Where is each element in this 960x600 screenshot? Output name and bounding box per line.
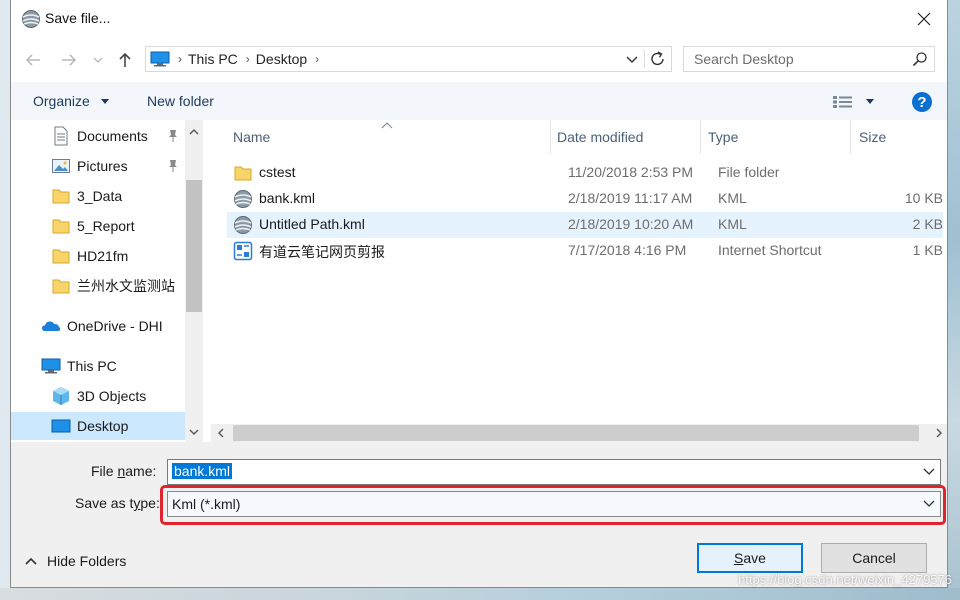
breadcrumb-separator-icon: › [178, 52, 182, 66]
search-box[interactable] [683, 46, 935, 72]
arrow-left-icon [25, 54, 40, 66]
breadcrumb-separator-icon: › [315, 52, 320, 66]
this-pc-icon [150, 51, 170, 67]
file-row[interactable]: 有道云笔记网页剪报 7/17/2018 4:16 PM Internet Sho… [227, 238, 943, 264]
watermark: https://blog.csdn.net/weixin_4279576 [738, 572, 952, 587]
navigation-pane: Documents Pictures 3_Data 5_Report HD21f… [11, 120, 203, 442]
chevron-down-icon [100, 99, 109, 104]
sidebar-item-3-data[interactable]: 3_Data [11, 182, 185, 210]
sidebar-item-3d-objects[interactable]: 3D Objects [11, 382, 185, 410]
address-bar[interactable]: › This PC › Desktop › [145, 46, 672, 72]
file-name-label: File name: [91, 463, 157, 479]
column-header-name[interactable]: Name [227, 120, 551, 154]
folder-icon [52, 279, 70, 294]
new-folder-button[interactable]: New folder [147, 93, 214, 109]
kml-icon [234, 190, 252, 208]
search-input[interactable] [692, 50, 906, 68]
desktop-icon [51, 419, 71, 433]
folder-icon [52, 189, 70, 204]
title-bar: Save file... [11, 0, 947, 38]
documents-icon [54, 126, 68, 146]
search-icon[interactable] [912, 51, 928, 67]
sidebar-item-lanzhou-station[interactable]: 兰州水文监测站 [11, 272, 185, 300]
taskbar-background [0, 588, 960, 600]
save-file-dialog: Save file... › This PC › Desktop › Searc… [10, 0, 948, 588]
sidebar-item-5-report[interactable]: 5_Report [11, 212, 185, 240]
sidebar-item-onedrive[interactable]: OneDrive - DHI [11, 312, 185, 340]
cancel-button[interactable]: Cancel [821, 543, 927, 573]
hide-folders-button[interactable]: Hide Folders [25, 553, 126, 569]
file-list-scroll-thumb[interactable] [233, 425, 919, 441]
sidebar-scrollbar[interactable] [185, 120, 203, 442]
sidebar-item-hd21fm[interactable]: HD21fm [11, 242, 185, 270]
folder-icon [234, 166, 252, 181]
save-as-type-value: Kml (*.kml) [172, 496, 241, 512]
3d-objects-icon [53, 387, 69, 405]
close-button[interactable] [901, 0, 947, 38]
scroll-up-icon[interactable] [189, 128, 199, 136]
organize-button[interactable]: Organize [33, 93, 110, 109]
chevron-up-icon [25, 557, 37, 565]
scroll-down-icon[interactable] [189, 428, 199, 436]
sidebar-item-documents[interactable]: Documents [11, 122, 185, 150]
desktop-background [948, 0, 960, 600]
chevron-down-icon[interactable] [922, 498, 936, 510]
breadcrumb-separator-icon: › [245, 52, 250, 66]
save-as-type-label: Save as type: [75, 495, 160, 511]
folder-icon [52, 219, 70, 234]
sidebar-scroll-thumb[interactable] [186, 180, 202, 312]
chevron-down-icon [93, 57, 103, 63]
scroll-left-icon[interactable] [217, 428, 225, 438]
breadcrumb-this-pc[interactable]: This PC [188, 51, 238, 67]
column-header-type[interactable]: Type [701, 120, 851, 154]
pin-icon[interactable] [167, 159, 179, 173]
arrow-up-icon [119, 52, 131, 67]
kml-icon [234, 216, 252, 234]
svg-text:?: ? [917, 94, 926, 111]
up-button[interactable] [115, 50, 135, 70]
column-header-size[interactable]: Size [851, 120, 947, 154]
sidebar-item-pictures[interactable]: Pictures [11, 152, 185, 180]
app-globe-icon [22, 10, 40, 28]
pictures-icon [52, 159, 70, 173]
refresh-icon[interactable] [645, 47, 671, 71]
file-row[interactable]: cstest 11/20/2018 2:53 PM File folder [227, 160, 943, 186]
breadcrumb-desktop[interactable]: Desktop [256, 51, 307, 67]
chevron-down-icon[interactable] [922, 466, 936, 478]
address-dropdown-icon[interactable] [620, 47, 644, 71]
scroll-right-icon[interactable] [935, 428, 943, 438]
view-dropdown-icon[interactable] [865, 98, 875, 106]
forward-button[interactable] [59, 50, 79, 70]
file-name-combobox[interactable]: bank.kml [167, 459, 941, 485]
sidebar-item-this-pc[interactable]: This PC [11, 352, 185, 380]
shortcut-icon [233, 241, 253, 261]
help-icon[interactable]: ? [911, 91, 933, 113]
onedrive-icon [42, 321, 61, 331]
arrow-right-icon [62, 54, 77, 66]
pin-icon[interactable] [167, 129, 179, 143]
file-row[interactable]: Untitled Path.kml 2/18/2019 10:20 AM KML… [227, 212, 943, 238]
pc-icon [41, 358, 61, 374]
file-list-scrollbar[interactable] [211, 424, 947, 442]
command-toolbar: Organize New folder ? [11, 82, 947, 121]
save-button[interactable]: Save [697, 543, 803, 573]
navigation-bar: › This PC › Desktop › [11, 38, 947, 82]
close-icon [917, 12, 931, 26]
file-row[interactable]: bank.kml 2/18/2019 11:17 AM KML 10 KB [227, 186, 943, 212]
file-list: Name Date modified Type Size cstest 11/2… [203, 120, 947, 442]
sidebar-item-desktop[interactable]: Desktop [11, 412, 185, 440]
column-header-date-modified[interactable]: Date modified [551, 120, 701, 154]
folder-icon [52, 249, 70, 264]
recent-locations-button[interactable] [91, 50, 105, 70]
view-options-icon[interactable] [832, 95, 854, 109]
file-name-input[interactable]: bank.kml [172, 463, 233, 479]
window-title: Save file... [45, 10, 111, 26]
back-button[interactable] [23, 50, 43, 70]
save-as-type-select[interactable]: Kml (*.kml) [167, 491, 941, 517]
